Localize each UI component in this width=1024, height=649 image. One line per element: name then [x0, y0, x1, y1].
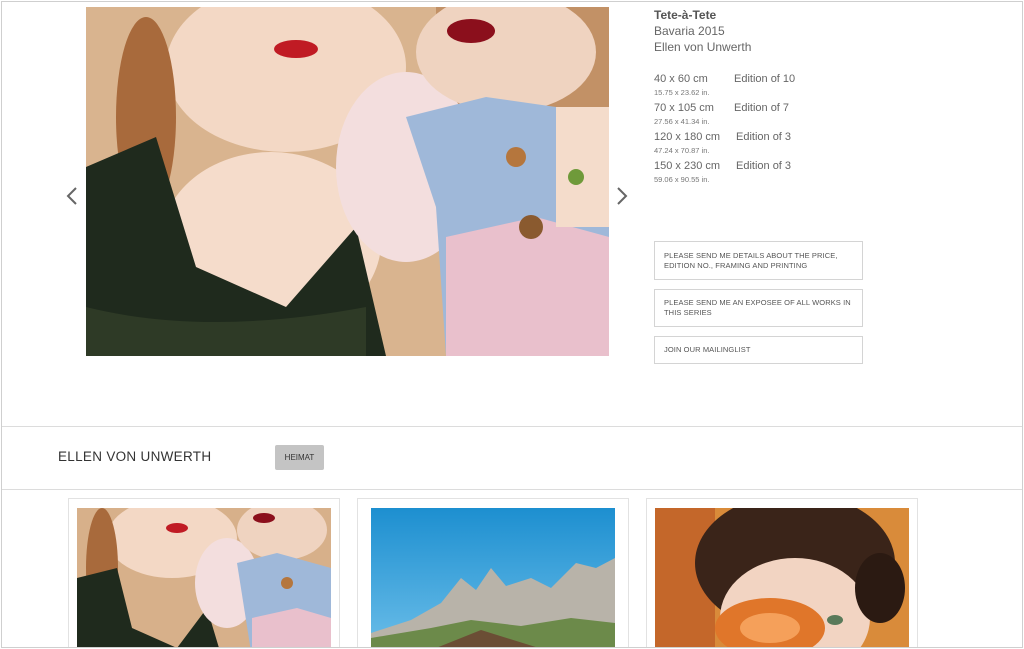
artwork-series-year: Bavaria 2015	[654, 24, 725, 38]
chevron-left-icon	[66, 187, 77, 205]
size-option: 150 x 230 cm 59.06 x 90.55 in. Edition o…	[654, 160, 994, 189]
thumbnail-image	[77, 508, 331, 647]
thumbnail-card[interactable]	[357, 498, 629, 647]
request-price-details-button[interactable]: PLEASE SEND ME DETAILS ABOUT THE PRICE, …	[654, 241, 863, 280]
size-inches: 15.75 x 23.62 in.	[654, 88, 710, 97]
size-inches: 47.24 x 70.87 in.	[654, 146, 710, 155]
thumbnail-image	[655, 508, 909, 647]
artwork-info: Tete-à-Tete Bavaria 2015 Ellen von Unwer…	[654, 8, 994, 189]
thumbnail-image	[371, 508, 615, 647]
series-bar: ELLEN VON UNWERTH HEIMAT	[2, 427, 1022, 490]
size-inches: 27.56 x 41.34 in.	[654, 117, 710, 126]
page-frame: Tete-à-Tete Bavaria 2015 Ellen von Unwer…	[1, 1, 1023, 648]
thumbnail-card[interactable]	[646, 498, 918, 647]
edition-sizes: 40 x 60 cm 15.75 x 23.62 in. Edition of …	[654, 73, 994, 189]
request-exposee-button[interactable]: PLEASE SEND ME AN EXPOSEE OF ALL WORKS I…	[654, 289, 863, 327]
artist-heading: ELLEN VON UNWERTH	[58, 449, 212, 464]
previous-image-button[interactable]	[64, 185, 80, 207]
edition-count: Edition of 10	[734, 73, 796, 85]
size-cm: 150 x 230 cm	[654, 160, 721, 172]
size-cm: 120 x 180 cm	[654, 131, 721, 143]
next-image-button[interactable]	[614, 185, 630, 207]
thumbnail-card[interactable]	[68, 498, 340, 647]
artwork-image[interactable]	[86, 7, 609, 356]
edition-count: Edition of 7	[734, 102, 790, 114]
size-option: 40 x 60 cm 15.75 x 23.62 in. Edition of …	[654, 73, 994, 102]
size-option: 120 x 180 cm 47.24 x 70.87 in. Edition o…	[654, 131, 994, 160]
join-mailinglist-button[interactable]: JOIN OUR MAILINGLIST	[654, 336, 863, 364]
edition-count: Edition of 3	[736, 131, 792, 143]
edition-count: Edition of 3	[736, 160, 792, 172]
artwork-artist: Ellen von Unwerth	[654, 40, 752, 54]
chevron-right-icon	[617, 187, 628, 205]
artwork-viewer: Tete-à-Tete Bavaria 2015 Ellen von Unwer…	[2, 2, 1022, 427]
artwork-title: Tete-à-Tete	[654, 8, 717, 22]
size-cm: 70 x 105 cm	[654, 102, 714, 114]
size-option: 70 x 105 cm 27.56 x 41.34 in. Edition of…	[654, 102, 994, 131]
size-inches: 59.06 x 90.55 in.	[654, 175, 710, 184]
series-tag-heimat[interactable]: HEIMAT	[275, 445, 324, 470]
size-cm: 40 x 60 cm	[654, 73, 708, 85]
